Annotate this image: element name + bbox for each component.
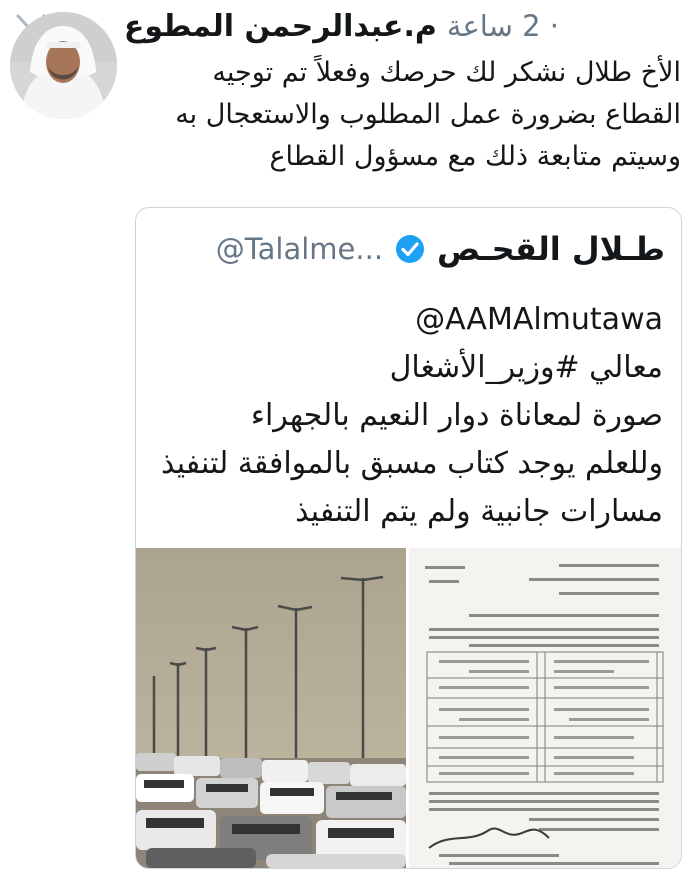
tweet-time[interactable]: · 2 ساعة — [447, 9, 559, 43]
document-photo-image — [409, 548, 681, 868]
author-name[interactable]: م.عبدالرحمن المطوع — [124, 9, 437, 44]
photo-traffic[interactable] — [136, 548, 406, 868]
quoted-tweet-header: طـلال القحـص @Talalme... — [216, 226, 665, 272]
verified-badge-icon — [396, 235, 425, 263]
photo-document[interactable] — [409, 548, 681, 868]
quoted-text: @AAMAlmutawa معالي #وزير_الأشغال صورة لم… — [148, 296, 663, 536]
tweet-header: م.عبدالرحمن المطوع · 2 ساعة — [124, 4, 559, 48]
quoted-author-name[interactable]: طـلال القحـص — [437, 230, 665, 268]
tweet-text: الأخ طلال نشكر لك حرصك وفعلاً تم توجيه ا… — [146, 52, 681, 178]
quoted-text-line: وللعلم يوجد كتاب مسبق بالموافقة لتنفيذ — [160, 446, 663, 481]
tweet-text-line: القطاع بضرورة عمل المطلوب والاستعجال به — [175, 99, 681, 130]
quoted-text-line: معالي #وزير_الأشغال — [389, 350, 663, 385]
quoted-tweet[interactable]: طـلال القحـص @Talalme... @AAMAlmutawa مع… — [135, 207, 682, 869]
quoted-text-line: مسارات جانبية ولم يتم التنفيذ — [295, 494, 663, 529]
traffic-photo-image — [136, 548, 406, 868]
tweet-text-line: الأخ طلال نشكر لك حرصك وفعلاً تم توجيه — [212, 57, 681, 88]
quoted-handle[interactable]: @Talalme... — [216, 232, 383, 266]
quoted-text-line: صورة لمعاناة دوار النعيم بالجهراء — [250, 398, 663, 433]
mention-link[interactable]: @AAMAlmutawa — [148, 296, 663, 344]
tweet-text-line: وسيتم متابعة ذلك مع مسؤول القطاع — [269, 141, 681, 172]
avatar-image — [10, 12, 117, 119]
avatar[interactable] — [10, 12, 117, 119]
